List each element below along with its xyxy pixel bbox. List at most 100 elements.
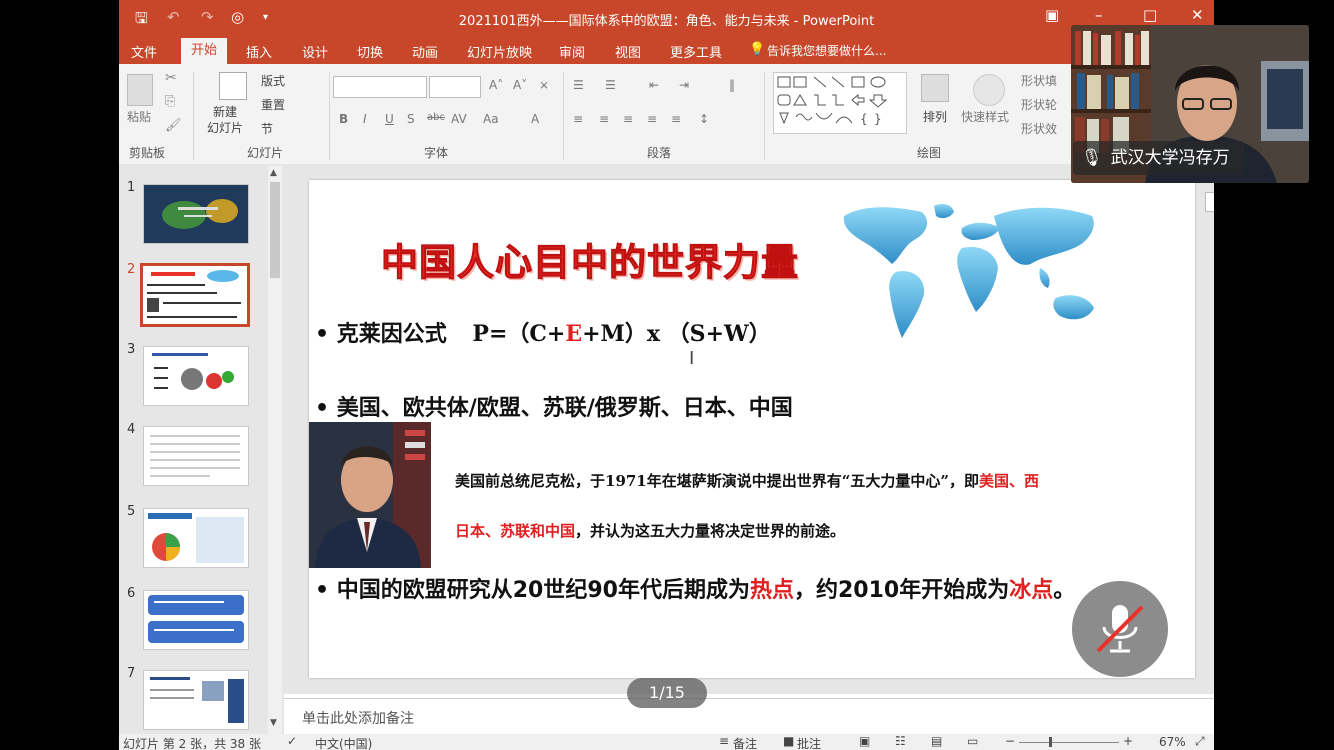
mic-toggle-button[interactable] <box>1072 581 1168 677</box>
thumbnail-scrollbar[interactable]: ▲ ▼ <box>268 166 282 734</box>
divider <box>193 72 194 160</box>
increase-indent-icon[interactable]: ⇥ <box>679 78 689 92</box>
slide-thumbnail-pane: 1 2 3 4 5 6 7 <box>119 164 284 734</box>
underline-icon[interactable]: U <box>385 112 394 126</box>
new-slide-button[interactable]: 新建 幻灯片 <box>207 104 243 136</box>
font-name-box[interactable] <box>333 76 427 98</box>
reset-button[interactable]: 重置 <box>261 96 285 113</box>
slide-thumbnail-4[interactable] <box>143 426 249 486</box>
shapes-gallery[interactable]: { } <box>773 72 907 134</box>
tab-review[interactable]: 审阅 <box>559 42 585 61</box>
sorter-view-icon[interactable]: ☷ <box>895 734 906 748</box>
nixon-quote: 美国前总统尼克松，于1971年在堪萨斯演说中提出世界有“五大力量中心”，即美国、… <box>455 456 1189 556</box>
reading-view-icon[interactable]: ▤ <box>931 734 942 748</box>
notes-toggle-button[interactable]: 备注 <box>733 735 757 750</box>
bullets-icon[interactable]: ☰ <box>573 78 584 92</box>
font-size-box[interactable] <box>429 76 481 98</box>
font-color-icon[interactable]: A <box>531 112 539 126</box>
italic-icon[interactable]: I <box>363 112 367 126</box>
slideshow-view-icon[interactable]: ▭ <box>967 734 978 748</box>
section-button[interactable]: 节 <box>261 120 273 137</box>
new-slide-icon[interactable] <box>219 72 247 100</box>
status-bar: 幻灯片 第 2 张，共 38 张 ✓ 中文(中国) ≡ 备注 ■ 批注 ▣ ☷ … <box>119 734 1214 750</box>
comments-toggle-button[interactable]: 批注 <box>797 735 821 750</box>
slide-thumbnail-3[interactable] <box>143 346 249 406</box>
slide-thumbnail-2[interactable] <box>140 263 250 327</box>
close-icon[interactable]: ✕ <box>1191 6 1204 24</box>
layout-button[interactable]: 版式 <box>261 72 285 89</box>
paste-icon[interactable] <box>127 74 153 106</box>
tab-slideshow[interactable]: 幻灯片放映 <box>467 42 532 61</box>
copy-icon[interactable]: ⎘ <box>165 94 175 109</box>
decrease-indent-icon[interactable]: ⇤ <box>649 78 659 92</box>
tab-transitions[interactable]: 切换 <box>357 42 383 61</box>
notes-icon: ≡ <box>719 734 730 748</box>
zoom-slider-handle[interactable] <box>1049 737 1052 747</box>
numbering-icon[interactable]: ☰ <box>605 78 616 92</box>
thumb-number: 7 <box>127 666 136 681</box>
line-spacing-icon[interactable]: ↕ <box>699 112 709 126</box>
formula-e: E <box>565 321 583 347</box>
ribbon-tabs: 文件 开始 插入 设计 切换 动画 幻灯片放映 审阅 视图 更多工具 💡 告诉我… <box>119 38 1214 64</box>
slide-thumbnail-1[interactable] <box>143 184 249 244</box>
tab-home[interactable]: 开始 <box>181 38 228 64</box>
decrease-font-icon[interactable]: A˅ <box>513 78 527 92</box>
zoom-out-icon[interactable]: − <box>1005 734 1015 748</box>
tell-me-box[interactable]: 告诉我您想要做什么... <box>767 42 886 59</box>
tab-view[interactable]: 视图 <box>615 42 641 61</box>
scrollbar-thumb[interactable] <box>270 182 280 278</box>
fit-slide-icon[interactable]: ⤢ <box>1195 734 1205 749</box>
clear-format-icon[interactable]: ⨯ <box>539 78 549 92</box>
increase-font-icon[interactable]: A˄ <box>489 78 503 92</box>
strikethrough-icon[interactable]: abc <box>427 112 445 123</box>
group-paragraph: 段落 <box>647 146 672 160</box>
tab-design[interactable]: 设计 <box>302 42 328 61</box>
zoom-slider[interactable] <box>1019 742 1119 743</box>
zoom-level[interactable]: 67% <box>1159 735 1186 749</box>
distribute-icon[interactable]: ≡ <box>671 112 681 126</box>
tab-animations[interactable]: 动画 <box>412 42 438 61</box>
columns-icon[interactable]: ‖ <box>729 78 735 92</box>
scroll-up-icon[interactable]: ▲ <box>270 168 277 178</box>
ribbon-display-icon[interactable]: ▣ <box>1045 6 1059 24</box>
tab-more-tools[interactable]: 更多工具 <box>670 42 722 61</box>
align-center-icon[interactable]: ≡ <box>599 112 609 126</box>
page-indicator[interactable]: 1/15 <box>627 678 707 708</box>
format-painter-icon[interactable]: 🖌 <box>165 118 182 133</box>
scroll-down-icon[interactable]: ▼ <box>270 718 277 728</box>
bold-icon[interactable]: B <box>339 112 348 126</box>
shadow-icon[interactable]: S <box>407 112 415 126</box>
tab-file[interactable]: 文件 <box>131 42 157 61</box>
maximize-icon[interactable]: □ <box>1143 6 1157 24</box>
arrange-icon[interactable] <box>921 74 949 102</box>
tab-insert[interactable]: 插入 <box>246 42 272 61</box>
world-map-image <box>843 204 1094 338</box>
change-case-icon[interactable]: Aa <box>483 112 499 126</box>
slide-thumbnail-6[interactable] <box>143 590 249 650</box>
slide-thumbnail-5[interactable] <box>143 508 249 568</box>
slide-scrollbar-thumb[interactable] <box>1205 192 1214 212</box>
cut-icon[interactable]: ✂ <box>165 70 177 86</box>
slide-title: 中国人心目中的世界力量 <box>381 241 799 285</box>
shape-outline-button[interactable]: 形状轮 <box>1021 96 1057 113</box>
quick-styles-icon[interactable] <box>973 74 1005 106</box>
notes-pane[interactable]: 单击此处添加备注 <box>284 698 1214 735</box>
shape-fill-button[interactable]: 形状填 <box>1021 72 1057 89</box>
align-left-icon[interactable]: ≡ <box>573 112 583 126</box>
align-right-icon[interactable]: ≡ <box>623 112 633 126</box>
thumb-3-art <box>144 347 248 405</box>
spellcheck-icon[interactable]: ✓ <box>287 734 297 748</box>
slide-thumbnail-7[interactable] <box>143 670 249 730</box>
normal-view-icon[interactable]: ▣ <box>859 734 870 748</box>
shape-effect-button[interactable]: 形状效 <box>1021 120 1057 137</box>
current-slide[interactable]: 中国人心目中的世界力量 • 克莱因公式 P=（C+E+M）x （S+W） I •… <box>309 180 1195 678</box>
zoom-in-icon[interactable]: + <box>1123 734 1133 748</box>
language-indicator[interactable]: 中文(中国) <box>315 735 372 750</box>
svg-text:}: } <box>874 112 882 126</box>
quick-styles-button[interactable]: 快速样式 <box>961 108 1009 125</box>
char-spacing-icon[interactable]: AV <box>451 112 467 126</box>
arrange-button[interactable]: 排列 <box>923 108 947 125</box>
justify-icon[interactable]: ≡ <box>647 112 657 126</box>
thumb-number: 4 <box>127 422 136 437</box>
minimize-icon[interactable]: – <box>1095 6 1103 24</box>
